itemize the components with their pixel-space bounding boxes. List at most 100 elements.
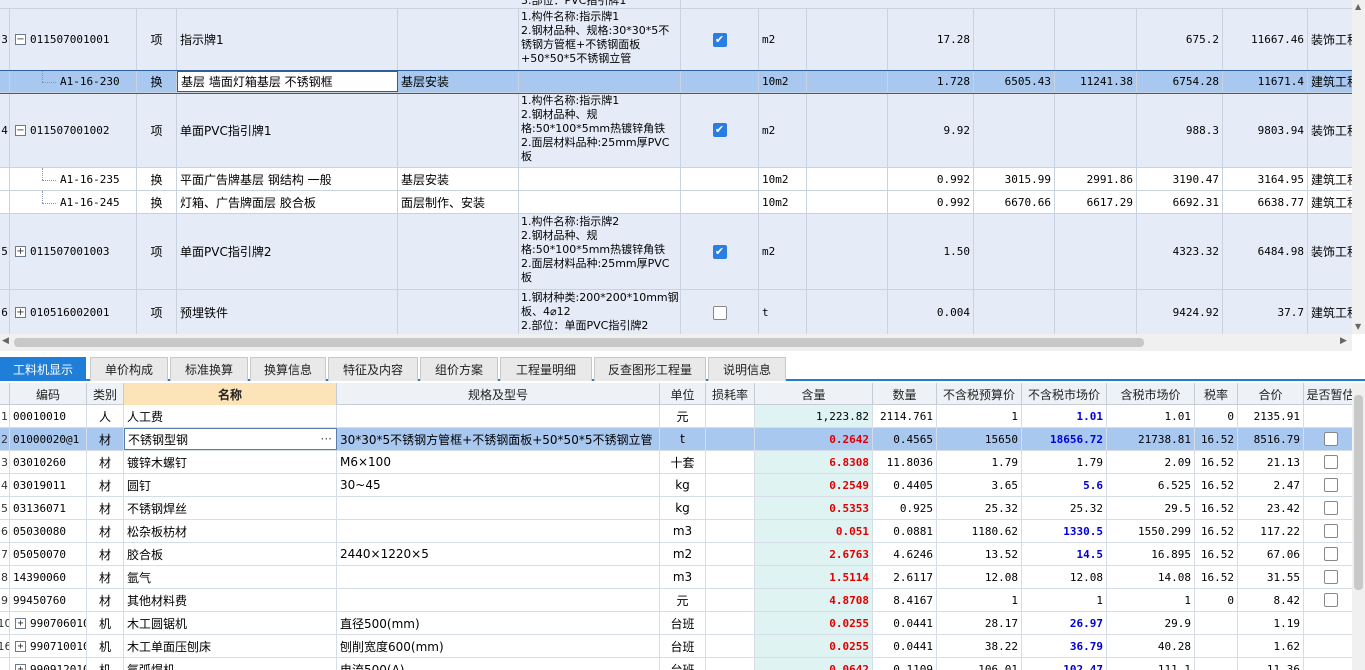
resource-name-cell[interactable]: 胶合板 (124, 543, 337, 565)
item-price4-cell[interactable]: 11667.46 (1223, 9, 1308, 70)
resource-code-cell[interactable]: 03010260 (10, 451, 87, 473)
resource-budget-price-cell[interactable]: 38.22 (937, 635, 1022, 657)
resource-row[interactable]: 9 99450760 材其他材料费元 4.8708 8.4167 1 1 1 0 8.42 (0, 589, 1352, 612)
item-quantity-cell[interactable]: 17.28 (888, 9, 974, 70)
item-price4-cell[interactable]: 11671.4 (1223, 71, 1308, 92)
item-name-cell[interactable]: 平面广告牌基层 钢结构 一般 (177, 168, 398, 190)
column-header-spec[interactable]: 规格及型号 (337, 383, 660, 405)
item-category-cell[interactable]: 换 (137, 71, 177, 92)
item-price3-cell[interactable]: 9424.92 (1137, 290, 1223, 334)
resource-loss-cell[interactable] (706, 497, 755, 519)
expand-icon[interactable]: + (15, 640, 26, 652)
resource-tax-rate-cell[interactable] (1195, 612, 1238, 634)
resource-budget-price-cell[interactable]: 25.32 (937, 497, 1022, 519)
resource-budget-price-cell[interactable]: 1.79 (937, 451, 1022, 473)
resource-spec-cell[interactable]: 30*30*5不锈钢方管框+不锈钢面板+50*50*5不锈钢立管 (337, 428, 660, 450)
item-price3-cell[interactable]: 988.3 (1137, 93, 1223, 167)
resource-category-cell[interactable]: 材 (87, 497, 124, 519)
column-header-name[interactable]: 名称 (124, 383, 337, 405)
item-features-cell[interactable]: 1.钢材种类:200*200*10mm钢板、4⌀12 2.部位：单面PVC指引牌… (519, 290, 681, 334)
item-name-cell[interactable]: 基层 墙面灯箱基层 不锈钢框 (177, 71, 398, 92)
item-unit-cell[interactable]: m2 (759, 9, 807, 70)
resource-code-cell[interactable]: +990706010 (10, 612, 87, 634)
resource-amount-cell[interactable]: 0.4405 (873, 474, 937, 496)
resource-row[interactable]: 6 05030080 材松杂板枋材 m3 0.051 0.0881 1180.62 1330.… (0, 520, 1352, 543)
resource-content-cell[interactable]: 6.8308 (755, 451, 873, 473)
resource-row[interactable]: 2 01000020@1 材不锈钢型钢 ··· 30*30*5不锈钢方管框+不锈钢面板+… (0, 428, 1352, 451)
resource-market-price-cell[interactable]: 1.01 (1022, 405, 1107, 427)
item-features-cell[interactable]: 1.构件名称:指示牌2 2.钢材品种、规格:50*100*5mm热镀锌角铁 2.… (519, 214, 681, 289)
column-header-total[interactable]: 合价 (1238, 383, 1304, 405)
resource-category-cell[interactable]: 机 (87, 658, 124, 670)
resource-market-price-cell[interactable]: 25.32 (1022, 497, 1107, 519)
column-header-tax-market[interactable]: 含税市场价 (1107, 383, 1195, 405)
resource-num-cell[interactable] (0, 658, 10, 670)
item-price2-cell[interactable] (1055, 214, 1137, 289)
item-price1-cell[interactable] (974, 290, 1055, 334)
resource-total-cell[interactable]: 8.42 (1238, 589, 1304, 611)
resource-tax-rate-cell[interactable]: 16.52 (1195, 474, 1238, 496)
resource-unit-cell[interactable]: t (660, 428, 706, 450)
resource-amount-cell[interactable]: 8.4167 (873, 589, 937, 611)
scroll-up-icon[interactable]: ▲ (1355, 2, 1361, 11)
resource-tax-market-cell[interactable]: 1550.299 (1107, 520, 1195, 542)
resource-num-cell[interactable]: 8 (0, 566, 10, 588)
resource-code-cell[interactable]: 99450760 (10, 589, 87, 611)
resource-total-cell[interactable]: 67.06 (1238, 543, 1304, 565)
tab-8[interactable]: 说明信息 (708, 357, 786, 381)
resource-budget-price-cell[interactable]: 1 (937, 405, 1022, 427)
resource-category-cell[interactable]: 人 (87, 405, 124, 427)
resource-category-cell[interactable]: 材 (87, 566, 124, 588)
resource-name-cell[interactable]: 松杂板枋材 (124, 520, 337, 542)
expand-icon[interactable]: + (15, 307, 26, 318)
item-major-cell[interactable]: 建筑工程 (1308, 191, 1352, 213)
bill-item-row[interactable]: 5 +011507001003 项单面PVC指引牌2 1.构件名称:指示牌2 2.钢材… (0, 214, 1352, 290)
resource-spec-cell[interactable]: 30~45 (337, 474, 660, 496)
resource-content-cell[interactable]: 0.2549 (755, 474, 873, 496)
resource-unit-cell[interactable]: 台班 (660, 612, 706, 634)
column-header-budget-price[interactable]: 不含税预算价 (937, 383, 1022, 405)
item-price2-cell[interactable] (1055, 9, 1137, 70)
resource-row[interactable]: 7 05050070 材胶合板 2440×1220×5 m2 2.6763 4.6246 13… (0, 543, 1352, 566)
resource-budget-price-cell[interactable]: 15650 (937, 428, 1022, 450)
resource-name-cell[interactable]: 木工单面压刨床 (124, 635, 337, 657)
resource-loss-cell[interactable] (706, 474, 755, 496)
item-price3-cell[interactable]: 3190.47 (1137, 168, 1223, 190)
resource-num-cell[interactable]: 10 (0, 612, 10, 634)
item-code-cell[interactable]: A1-16-230 (10, 71, 137, 92)
resource-market-price-cell[interactable]: 1.79 (1022, 451, 1107, 473)
bill-item-row[interactable]: 6 +010516002001 项预埋铁件 1.钢材种类:200*200*10mm钢板… (0, 290, 1352, 334)
resource-num-cell[interactable]: 7 (0, 543, 10, 565)
item-project-feature-cell[interactable] (398, 290, 519, 334)
item-quantity-cell[interactable]: 1.728 (888, 71, 974, 92)
resource-tax-market-cell[interactable]: 2.09 (1107, 451, 1195, 473)
item-unit-cell[interactable]: m2 (759, 214, 807, 289)
item-features-cell[interactable] (519, 168, 681, 190)
item-major-cell[interactable]: 建筑工程 (1308, 71, 1352, 92)
item-num-cell[interactable] (0, 71, 10, 92)
resource-total-cell[interactable]: 8516.79 (1238, 428, 1304, 450)
resource-name-cell[interactable]: 氩弧焊机 (124, 658, 337, 670)
resource-total-cell[interactable]: 23.42 (1238, 497, 1304, 519)
expand-icon[interactable]: + (15, 663, 26, 670)
column-header-code[interactable]: 编码 (10, 383, 87, 405)
checkbox-icon[interactable]: ✔ (712, 32, 727, 47)
horizontal-scroll-thumb[interactable] (14, 338, 1144, 347)
item-features-cell[interactable] (519, 71, 681, 92)
resource-total-cell[interactable]: 1.19 (1238, 612, 1304, 634)
item-num-cell[interactable]: 4 (0, 93, 10, 167)
resource-name-cell[interactable]: 圆钉 (124, 474, 337, 496)
resource-amount-cell[interactable]: 11.8036 (873, 451, 937, 473)
resource-tax-rate-cell[interactable]: 16.52 (1195, 428, 1238, 450)
resource-tax-market-cell[interactable]: 111.1 (1107, 658, 1195, 670)
resource-content-cell[interactable]: 1.5114 (755, 566, 873, 588)
resource-name-cell[interactable]: 镀锌木螺钉 (124, 451, 337, 473)
resource-unit-cell[interactable]: kg (660, 474, 706, 496)
resource-code-cell[interactable]: 00010010 (10, 405, 87, 427)
item-quantity-cell[interactable]: 0.004 (888, 290, 974, 334)
item-project-feature-cell[interactable] (398, 9, 519, 70)
item-code-cell[interactable]: A1-16-235 (10, 168, 137, 190)
item-price1-cell[interactable]: 6505.43 (974, 71, 1055, 92)
item-price2-cell[interactable]: 2991.86 (1055, 168, 1137, 190)
bottom-vertical-scrollbar[interactable] (1352, 383, 1365, 670)
